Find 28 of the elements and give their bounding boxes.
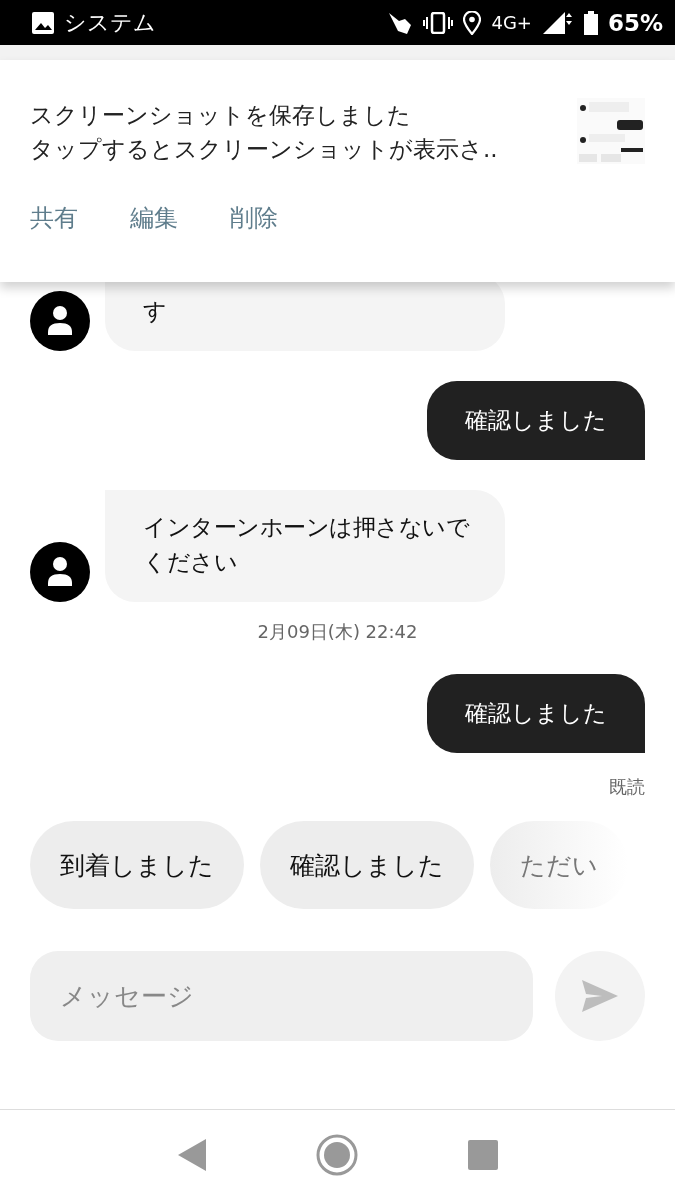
message-bubble: 確認しました <box>427 381 645 460</box>
message-bubble: 確認しました <box>427 674 645 753</box>
image-icon <box>32 11 54 34</box>
message-timestamp: 2月09日(木) 22:42 <box>256 620 419 644</box>
network-type: 4G+ <box>491 12 532 33</box>
avatar-icon <box>30 291 90 351</box>
recents-button[interactable] <box>467 1140 498 1170</box>
signal-icon <box>541 10 574 35</box>
notification-action[interactable]: 削除 <box>230 202 278 234</box>
notification-card[interactable]: スクリーンショットを保存しました タップするとスクリーンショットが表示さ.. 共有 編集 削除 <box>0 60 675 282</box>
notification-title: スクリーンショットを保存しました <box>30 101 412 130</box>
back-button[interactable] <box>177 1139 206 1171</box>
notification-action[interactable]: 編集 <box>130 202 178 234</box>
app-name: システム <box>64 8 156 37</box>
quick-reply-chip[interactable]: 確認しました <box>260 821 474 909</box>
send-icon <box>582 980 618 1012</box>
notification-body: タップするとスクリーンショットが表示さ.. <box>30 135 498 164</box>
message-input[interactable]: メッセージ <box>30 951 533 1041</box>
battery-level: 65% <box>607 9 663 36</box>
battery-icon <box>583 10 598 35</box>
notification-action[interactable]: 共有 <box>30 202 78 234</box>
home-button[interactable] <box>315 1134 358 1176</box>
location-icon <box>463 10 482 35</box>
quick-reply-chip[interactable]: 到着しました <box>30 821 244 909</box>
message-bubble: インターンホーンは押さないでください <box>105 490 505 602</box>
read-receipt: 既読 <box>608 775 645 799</box>
avatar-icon <box>30 542 90 602</box>
vibrate-icon <box>423 11 454 34</box>
